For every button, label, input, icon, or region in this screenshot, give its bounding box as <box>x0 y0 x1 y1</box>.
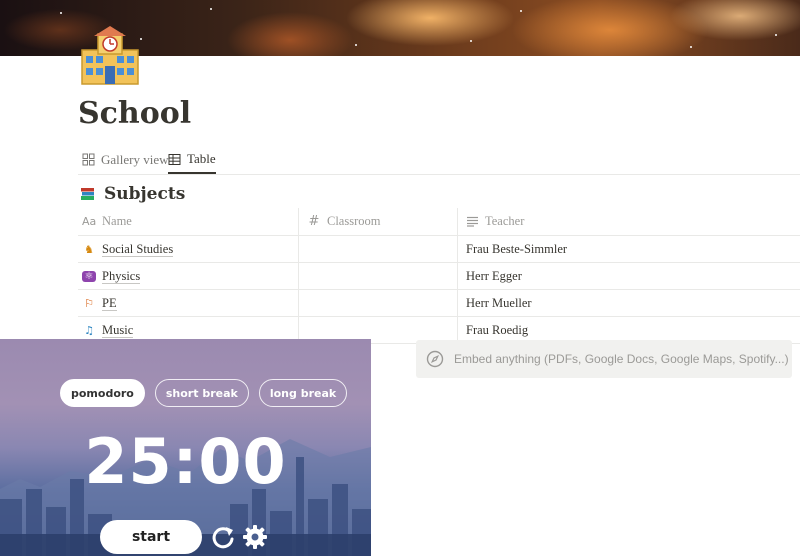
mode-short-break-button[interactable]: short break <box>154 379 249 407</box>
column-label: Name <box>102 214 132 228</box>
tab-gallery-view[interactable]: Gallery view <box>82 146 169 173</box>
tab-table[interactable]: Table <box>168 146 216 174</box>
row-name: Physics <box>102 268 141 284</box>
teacher-cell[interactable]: Frau Beste-Simmler <box>457 236 800 262</box>
people-icon: ♞ <box>84 242 94 256</box>
database-title[interactable]: Subjects <box>80 184 185 204</box>
database-title-text: Subjects <box>104 184 186 204</box>
table-icon <box>168 153 181 165</box>
school-building-icon[interactable] <box>78 22 142 86</box>
running-person-icon: ⚐ <box>84 296 94 310</box>
table-row[interactable]: ♞ Social Studies Frau Beste-Simmler <box>78 236 800 263</box>
pomodoro-timer-widget: pomodoro short break long break 25:00 st… <box>0 339 371 556</box>
table-row[interactable]: ⚐ PE Herr Mueller <box>78 290 800 317</box>
column-label: Teacher <box>485 214 525 228</box>
classroom-cell[interactable] <box>298 290 465 316</box>
row-name: Music <box>102 322 134 338</box>
text-property-icon: Aa <box>82 215 97 228</box>
classroom-cell[interactable] <box>298 236 465 262</box>
embed-block[interactable]: Embed anything (PDFs, Google Docs, Googl… <box>416 340 792 378</box>
restart-icon[interactable] <box>210 524 236 550</box>
row-name: Social Studies <box>102 241 174 257</box>
classroom-cell[interactable] <box>298 263 465 289</box>
embed-placeholder: Embed anything (PDFs, Google Docs, Googl… <box>454 352 789 366</box>
name-cell[interactable]: ⚐ PE <box>82 290 298 316</box>
column-header-classroom[interactable]: # Classroom <box>298 208 465 235</box>
mode-long-break-button[interactable]: long break <box>258 379 348 407</box>
atom-icon: ⚛ <box>82 270 96 282</box>
column-label: Classroom <box>327 214 381 228</box>
number-property-icon: # <box>308 214 320 229</box>
books-icon <box>81 188 94 200</box>
text-lines-property-icon <box>467 216 478 227</box>
table-row[interactable]: ⚛ Physics Herr Egger <box>78 263 800 290</box>
gallery-grid-icon <box>82 153 95 166</box>
tab-label: Gallery view <box>101 151 169 167</box>
tab-label: Table <box>187 151 216 166</box>
view-tabs: Gallery view Table <box>78 146 800 175</box>
teacher-cell[interactable]: Herr Egger <box>457 263 800 289</box>
table-header-row: Aa Name # Classroom Teacher <box>78 208 800 236</box>
mode-pomodoro-button[interactable]: pomodoro <box>60 379 145 407</box>
compass-icon <box>426 350 444 368</box>
row-name: PE <box>102 295 117 311</box>
teacher-cell[interactable]: Herr Mueller <box>457 290 800 316</box>
name-cell[interactable]: ♞ Social Studies <box>82 236 298 262</box>
music-notes-icon: ♫ <box>84 323 94 337</box>
name-cell[interactable]: ⚛ Physics <box>82 263 298 289</box>
column-header-name[interactable]: Aa Name <box>82 208 298 235</box>
page-title[interactable]: School <box>78 96 191 131</box>
timer-mode-selector: pomodoro short break long break <box>60 379 348 407</box>
column-header-teacher[interactable]: Teacher <box>457 208 800 235</box>
gear-icon[interactable] <box>242 524 268 550</box>
start-button[interactable]: start <box>100 520 202 554</box>
subjects-table: Aa Name # Classroom Teacher ♞ Social Stu… <box>78 208 800 344</box>
timer-display: 25:00 <box>84 425 287 498</box>
